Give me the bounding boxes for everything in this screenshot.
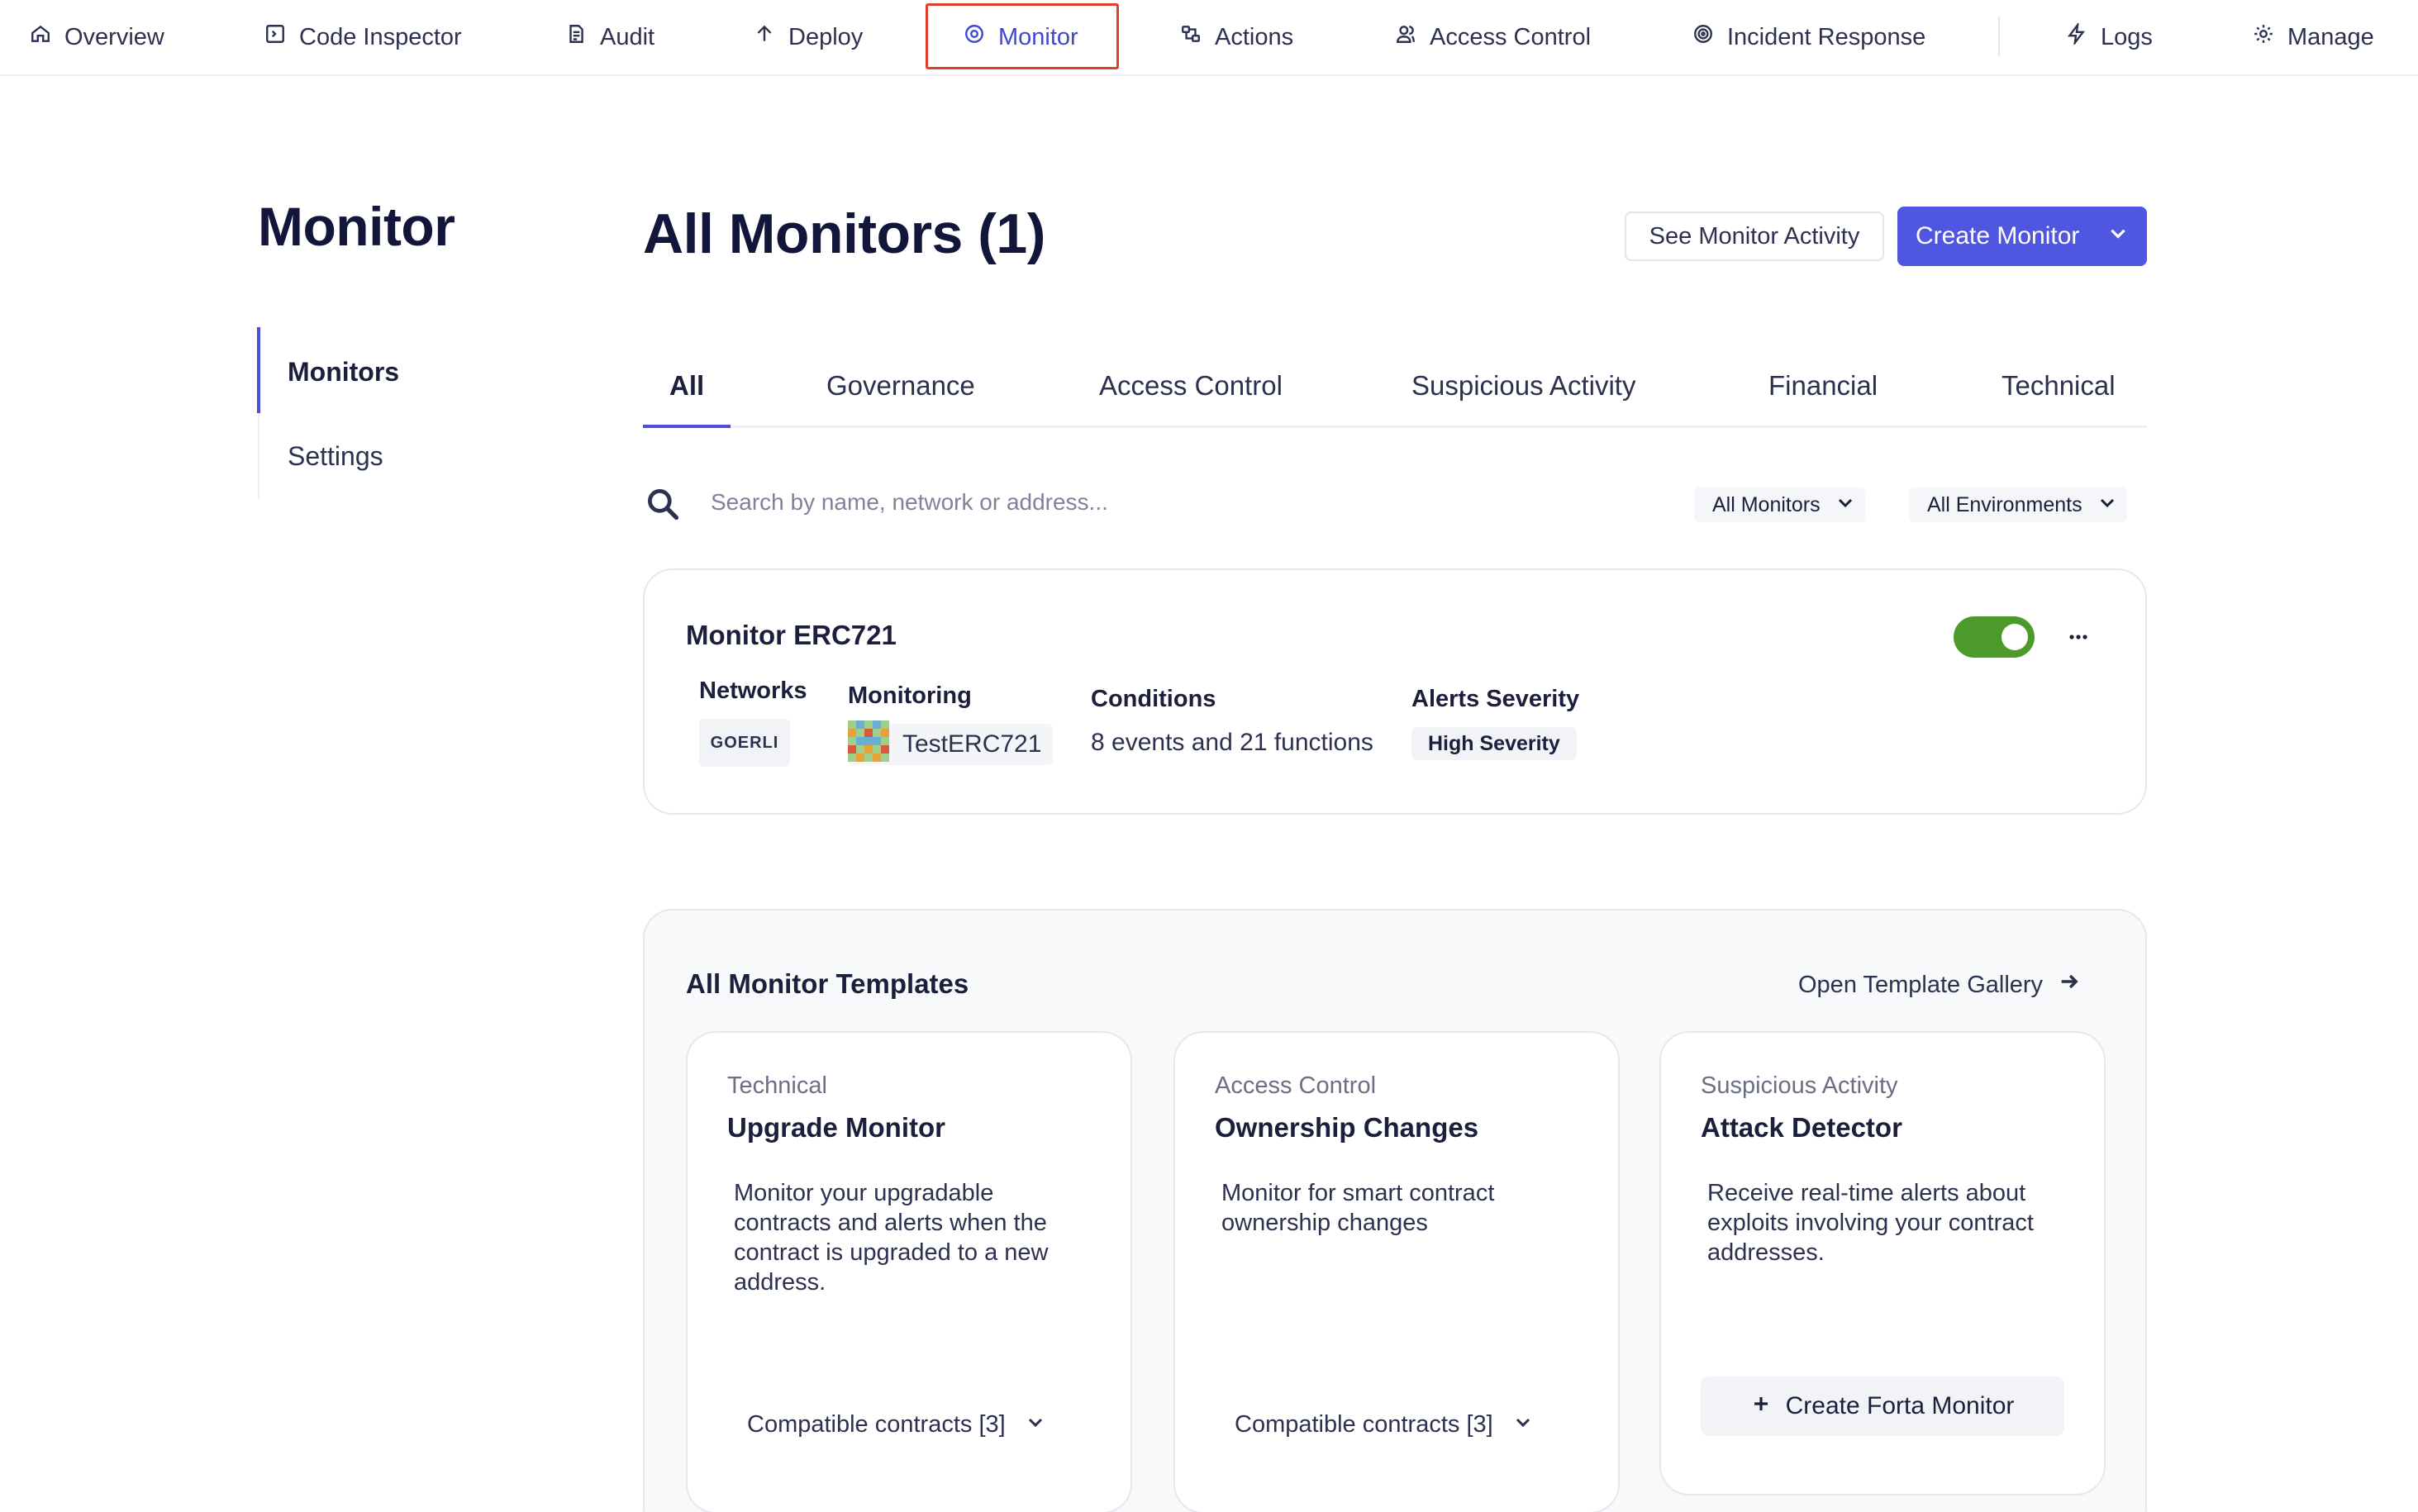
sidebar-item-settings[interactable]: Settings [288, 441, 383, 472]
active-nav-highlight [926, 3, 1119, 69]
chevron-down-icon [2107, 222, 2129, 250]
nav-item-actions[interactable]: Actions [1180, 0, 1293, 74]
open-template-gallery-link[interactable]: Open Template Gallery [1798, 970, 2081, 1000]
networks-label: Networks [699, 678, 807, 704]
nav-item-label: Access Control [1430, 23, 1592, 50]
tab-active-underline [643, 425, 731, 428]
nav-item-audit[interactable]: Audit [565, 0, 654, 74]
search-input[interactable] [711, 484, 1454, 521]
tab-governance[interactable]: Governance [826, 370, 975, 402]
chevron-down-icon [1835, 492, 1855, 518]
template-description: Monitor for smart contract ownership cha… [1221, 1180, 1495, 1236]
sidebar-nav: Monitors Settings [257, 327, 506, 499]
nav-item-logs[interactable]: Logs [2066, 0, 2153, 74]
audit-icon [565, 23, 587, 51]
nav-item-label: Audit [600, 23, 655, 50]
chevron-down-icon [1513, 1411, 1533, 1438]
search-icon [645, 486, 681, 522]
contract-chip[interactable]: TestERC721 [848, 720, 1054, 765]
monitor-name: Monitor ERC721 [686, 620, 897, 650]
templates-heading: All Monitor Templates [686, 968, 969, 999]
plus-icon [1751, 1392, 1771, 1420]
target-icon [1692, 23, 1714, 51]
nav-item-code-inspector[interactable]: Code Inspector [264, 0, 462, 74]
template-category: Access Control [1215, 1072, 1377, 1099]
template-description: Monitor your upgradable contracts and al… [734, 1180, 1049, 1296]
template-title: Attack Detector [1701, 1112, 1902, 1143]
alerts-severity-label: Alerts Severity [1411, 686, 1580, 712]
nav-item-label: Overview [64, 23, 164, 50]
compatible-contracts-toggle[interactable]: Compatible contracts [3] [747, 1411, 1045, 1438]
severity-badge: High Severity [1411, 727, 1577, 760]
bolt-icon [2066, 21, 2087, 51]
monitor-type-filter[interactable]: All Monitors [1694, 487, 1865, 522]
category-tabs: All Governance Access Control Suspicious… [643, 355, 2147, 428]
monitor-enabled-toggle[interactable] [1954, 616, 2035, 658]
template-description: Receive real-time alerts about exploits … [1707, 1180, 2034, 1266]
users-icon [1395, 23, 1416, 51]
sidebar-item-monitors[interactable]: Monitors [288, 357, 399, 388]
contract-name: TestERC721 [902, 730, 1042, 758]
tab-financial[interactable]: Financial [1768, 370, 1878, 402]
create-monitor-label: Create Monitor [1916, 222, 2080, 250]
sidebar-active-indicator [257, 327, 260, 413]
sidebar-title: Monitor [258, 196, 455, 257]
more-options-icon[interactable] [2066, 625, 2091, 649]
nav-item-incident-response[interactable]: Incident Response [1692, 0, 1925, 74]
compatible-contracts-label: Compatible contracts [3] [747, 1411, 1006, 1438]
nav-item-manage[interactable]: Manage [2253, 0, 2374, 74]
chevron-down-icon [2097, 492, 2117, 518]
tab-access-control[interactable]: Access Control [1099, 370, 1283, 402]
nav-item-label: Code Inspector [299, 23, 462, 50]
actions-icon [1180, 23, 1202, 51]
template-card-ownership-changes[interactable]: Access Control Ownership Changes Monitor… [1173, 1031, 1620, 1512]
template-category: Suspicious Activity [1701, 1072, 1898, 1099]
contract-identicon-icon [848, 720, 889, 768]
arrow-up-icon [754, 23, 775, 51]
network-badge: GOERLI [699, 719, 790, 767]
template-card-attack-detector[interactable]: Suspicious Activity Attack Detector Rece… [1659, 1031, 2106, 1495]
nav-item-label: Logs [2101, 23, 2153, 50]
template-card-upgrade-monitor[interactable]: Technical Upgrade Monitor Monitor your u… [686, 1031, 1132, 1512]
conditions-label: Conditions [1091, 686, 1216, 712]
create-forta-monitor-label: Create Forta Monitor [1785, 1392, 2015, 1419]
monitor-templates-section: All Monitor Templates Open Template Gall… [643, 909, 2147, 1512]
monitor-type-filter-value: All Monitors [1712, 492, 1821, 516]
see-monitor-activity-button[interactable]: See Monitor Activity [1625, 212, 1884, 261]
template-title: Upgrade Monitor [727, 1112, 945, 1143]
top-navigation: Overview Code Inspector Audit Deploy Mon… [0, 0, 2418, 76]
conditions-value: 8 events and 21 functions [1091, 729, 1373, 756]
compatible-contracts-toggle[interactable]: Compatible contracts [3] [1235, 1411, 1533, 1438]
compatible-contracts-label: Compatible contracts [3] [1235, 1411, 1493, 1438]
create-forta-monitor-button[interactable]: Create Forta Monitor [1701, 1376, 2064, 1436]
nav-item-deploy[interactable]: Deploy [754, 0, 863, 74]
template-title: Ownership Changes [1215, 1112, 1479, 1143]
nav-item-label: Incident Response [1727, 23, 1926, 50]
page-title: All Monitors (1) [643, 202, 1045, 265]
tab-all[interactable]: All [669, 370, 704, 402]
nav-item-label: Deploy [788, 23, 864, 50]
code-icon [264, 23, 286, 51]
monitoring-label: Monitoring [848, 682, 972, 709]
nav-divider [1998, 17, 2000, 56]
environment-filter[interactable]: All Environments [1909, 487, 2127, 522]
nav-item-access-control[interactable]: Access Control [1395, 0, 1591, 74]
gallery-link-label: Open Template Gallery [1798, 971, 2044, 998]
template-category: Technical [727, 1072, 827, 1099]
nav-item-overview[interactable]: Overview [30, 0, 164, 74]
tab-technical[interactable]: Technical [2002, 370, 2116, 402]
gear-icon [2253, 23, 2274, 51]
tab-suspicious-activity[interactable]: Suspicious Activity [1411, 370, 1635, 402]
home-icon [30, 23, 51, 51]
chevron-down-icon [1026, 1411, 1045, 1438]
monitor-card[interactable]: Monitor ERC721 Networks GOERLI Monitorin… [643, 568, 2147, 815]
create-monitor-button[interactable]: Create Monitor [1897, 207, 2147, 266]
nav-item-label: Manage [2287, 23, 2374, 50]
environment-filter-value: All Environments [1927, 492, 2082, 516]
nav-item-label: Actions [1215, 23, 1294, 50]
arrow-right-icon [2058, 970, 2081, 1000]
